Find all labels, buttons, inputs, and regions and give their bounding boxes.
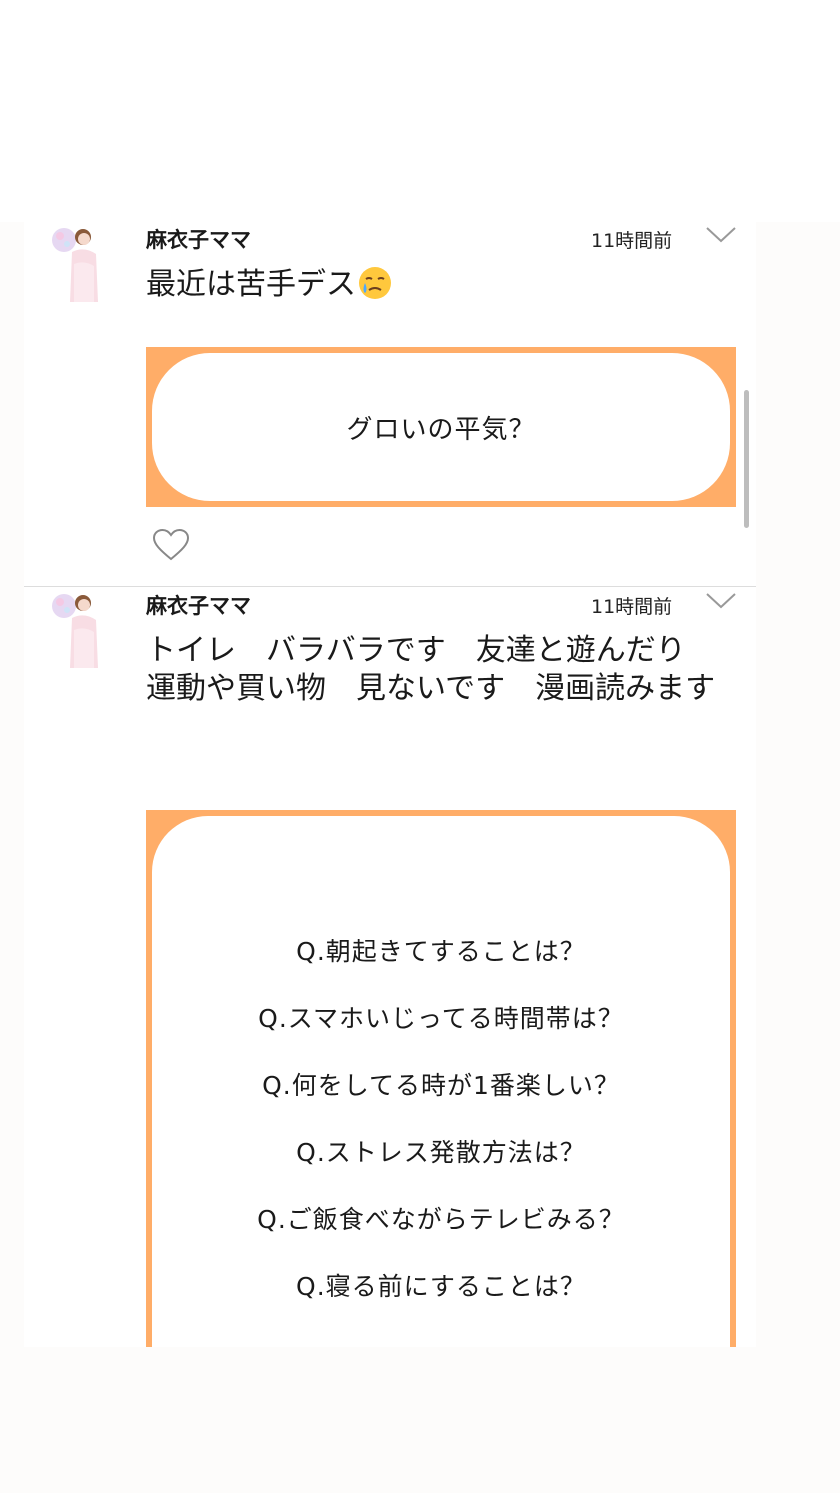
username[interactable]: 麻衣子ママ [146,224,251,254]
face-holding-back-tears-icon [358,266,392,300]
comment-text: 最近は苦手デス [146,266,726,304]
question-card: Q.朝起きてすることは？ Q.スマホいじってる時間帯は？ Q.何をしてる時が1番… [146,810,736,1347]
post-divider [24,586,756,587]
comment-post: 麻衣子ママ 11時間前 トイレ バラバラです 友達と遊んだり 運動や買い物 見な… [24,588,756,1347]
comment-text: トイレ バラバラです 友達と遊んだり 運動や買い物 見ないです 漫画読みます [146,633,716,706]
chevron-down-icon[interactable] [706,226,736,244]
question-item: Q.寝る前にすることは？ [296,1272,586,1301]
comment-feed: 麻衣子ママ 11時間前 最近は苦手デス グロいの平気？ 麻衣子ママ 11時間前 … [24,222,756,1347]
question-card: グロいの平気？ [146,347,736,507]
timestamp: 11時間前 [591,230,673,252]
question-item: Q.スマホいじってる時間帯は？ [258,1004,624,1033]
scrollbar[interactable] [744,390,749,528]
question-item: Q.ご飯食べながらテレビみる？ [257,1205,625,1234]
comment-post: 麻衣子ママ 11時間前 最近は苦手デス グロいの平気？ [24,222,756,586]
username[interactable]: 麻衣子ママ [146,590,251,620]
question-card-inner: Q.朝起きてすることは？ Q.スマホいじってる時間帯は？ Q.何をしてる時が1番… [152,816,730,1347]
question-item: Q.何をしてる時が1番楽しい？ [262,1071,620,1100]
question-text: グロいの平気？ [346,414,536,445]
timestamp: 11時間前 [591,596,673,618]
question-card-inner: グロいの平気？ [152,353,730,501]
question-item: Q.ストレス発散方法は？ [296,1138,586,1167]
avatar[interactable] [50,590,102,668]
question-item: Q.朝起きてすることは？ [296,937,586,966]
heart-icon[interactable] [152,528,190,562]
chevron-down-icon[interactable] [706,592,736,610]
comment-text-content: 最近は苦手デス [146,267,356,302]
top-blank-area [0,0,840,222]
avatar[interactable] [50,224,102,302]
